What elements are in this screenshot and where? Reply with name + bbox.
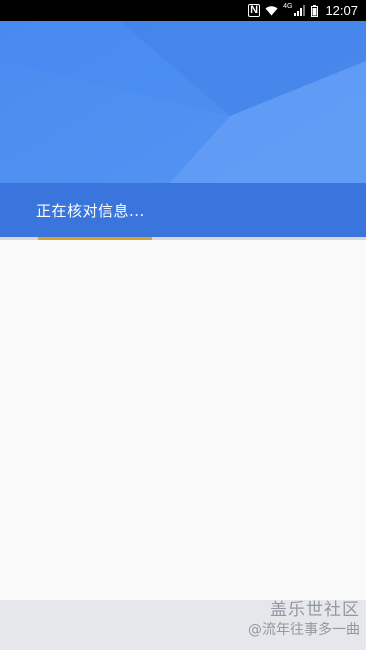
signal-icon [294, 5, 306, 16]
watermark: 盖乐世社区 @流年往事多一曲 [248, 600, 360, 640]
header-banner: 正在核对信息... [0, 21, 366, 237]
battery-icon [311, 4, 319, 17]
verification-status-text: 正在核对信息... [36, 201, 145, 220]
clock-time: 12:07 [325, 3, 358, 18]
nfc-icon: N [248, 4, 261, 17]
wifi-icon [265, 5, 278, 16]
network-type-label: 4G [283, 3, 293, 10]
screen: N 4G 12:07 正在核对信息... 盖乐世社区 @流年往事多一曲 [0, 0, 366, 650]
content-area [0, 240, 366, 600]
watermark-title: 盖乐世社区 [270, 600, 360, 620]
status-bar: N 4G 12:07 [0, 0, 366, 21]
status-band: 正在核对信息... [0, 183, 366, 237]
watermark-subtitle: @流年往事多一曲 [248, 622, 360, 638]
